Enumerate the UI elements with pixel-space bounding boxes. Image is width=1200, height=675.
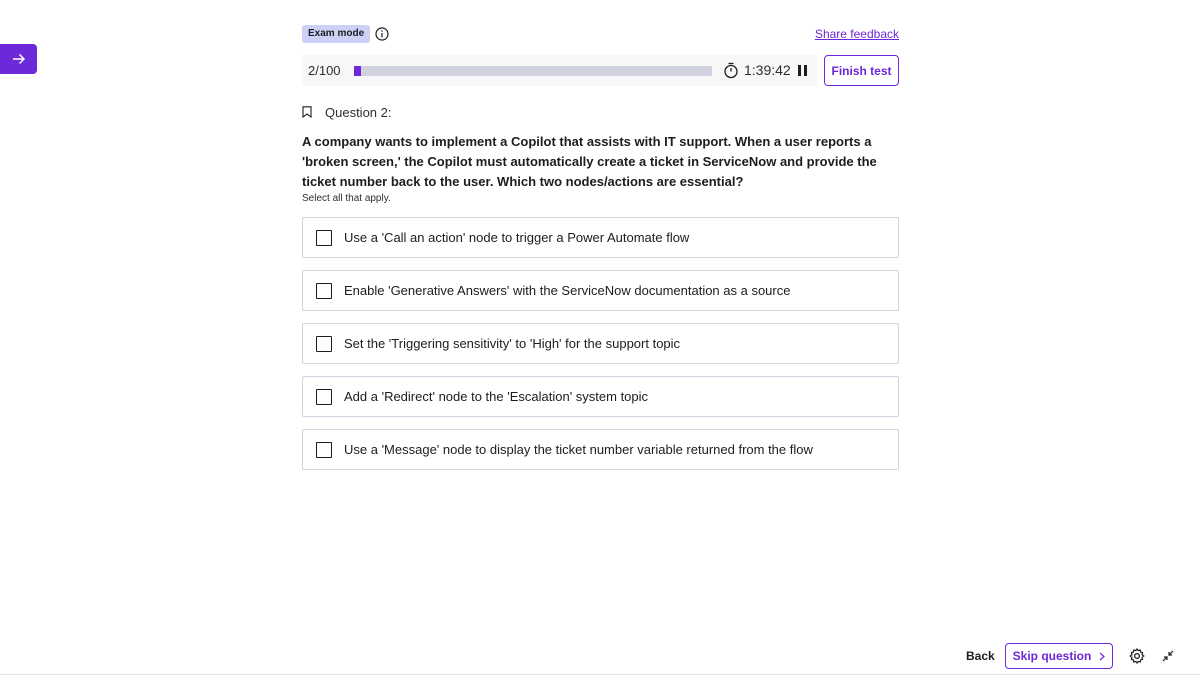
answer-checkbox[interactable] <box>316 282 332 299</box>
answer-checkbox[interactable] <box>316 335 332 352</box>
exam-header: Exam mode Share feedback <box>302 25 899 43</box>
pause-icon[interactable] <box>797 65 808 76</box>
finish-test-button[interactable]: Finish test <box>824 55 899 86</box>
progress-bar <box>354 66 712 76</box>
answer-option[interactable]: Set the 'Triggering sensitivity' to 'Hig… <box>302 323 899 364</box>
skip-question-label: Skip question <box>1012 649 1092 663</box>
answer-checkbox[interactable] <box>316 441 332 458</box>
exam-mode-badge: Exam mode <box>302 25 371 43</box>
answer-option-label: Add a 'Redirect' node to the 'Escalation… <box>344 389 649 404</box>
progress-bar-fill <box>354 66 362 76</box>
answer-checkbox[interactable] <box>316 229 332 246</box>
answer-option[interactable]: Use a 'Message' node to display the tick… <box>302 429 899 470</box>
question-text: A company wants to implement a Copilot t… <box>302 134 877 189</box>
answer-option-label: Enable 'Generative Answers' with the Ser… <box>344 283 791 298</box>
answer-options: Use a 'Call an action' node to trigger a… <box>302 217 899 482</box>
progress-row: 2/100 1:39:42 Finish test <box>302 55 899 86</box>
collapse-icon[interactable] <box>1162 650 1174 662</box>
skip-question-button[interactable]: Skip question <box>1005 643 1113 669</box>
answer-checkbox[interactable] <box>316 388 332 405</box>
question-label: Question 2: <box>325 104 392 120</box>
question-hint: Select all that apply. <box>302 193 391 204</box>
answer-option[interactable]: Add a 'Redirect' node to the 'Escalation… <box>302 376 899 417</box>
back-button[interactable]: Back <box>966 649 995 663</box>
sidebar-toggle-button[interactable] <box>0 44 37 74</box>
progress-panel: 2/100 1:39:42 <box>302 55 817 86</box>
stopwatch-icon <box>724 62 738 79</box>
answer-option[interactable]: Enable 'Generative Answers' with the Ser… <box>302 270 899 311</box>
question-counter: 2/100 <box>308 63 341 78</box>
chevron-right-icon <box>1099 652 1106 660</box>
arrow-right-icon <box>12 53 25 65</box>
question-header: Question 2: <box>302 104 392 120</box>
answer-option-label: Use a 'Message' node to display the tick… <box>344 442 813 457</box>
answer-option-label: Set the 'Triggering sensitivity' to 'Hig… <box>344 336 681 351</box>
info-icon[interactable] <box>375 27 389 41</box>
answer-option-label: Use a 'Call an action' node to trigger a… <box>344 230 690 245</box>
bookmark-icon[interactable] <box>302 106 312 118</box>
timer-readout: 1:39:42 <box>744 62 791 78</box>
share-feedback-link[interactable]: Share feedback <box>815 27 899 41</box>
answer-option[interactable]: Use a 'Call an action' node to trigger a… <box>302 217 899 258</box>
gear-icon[interactable] <box>1129 648 1145 664</box>
